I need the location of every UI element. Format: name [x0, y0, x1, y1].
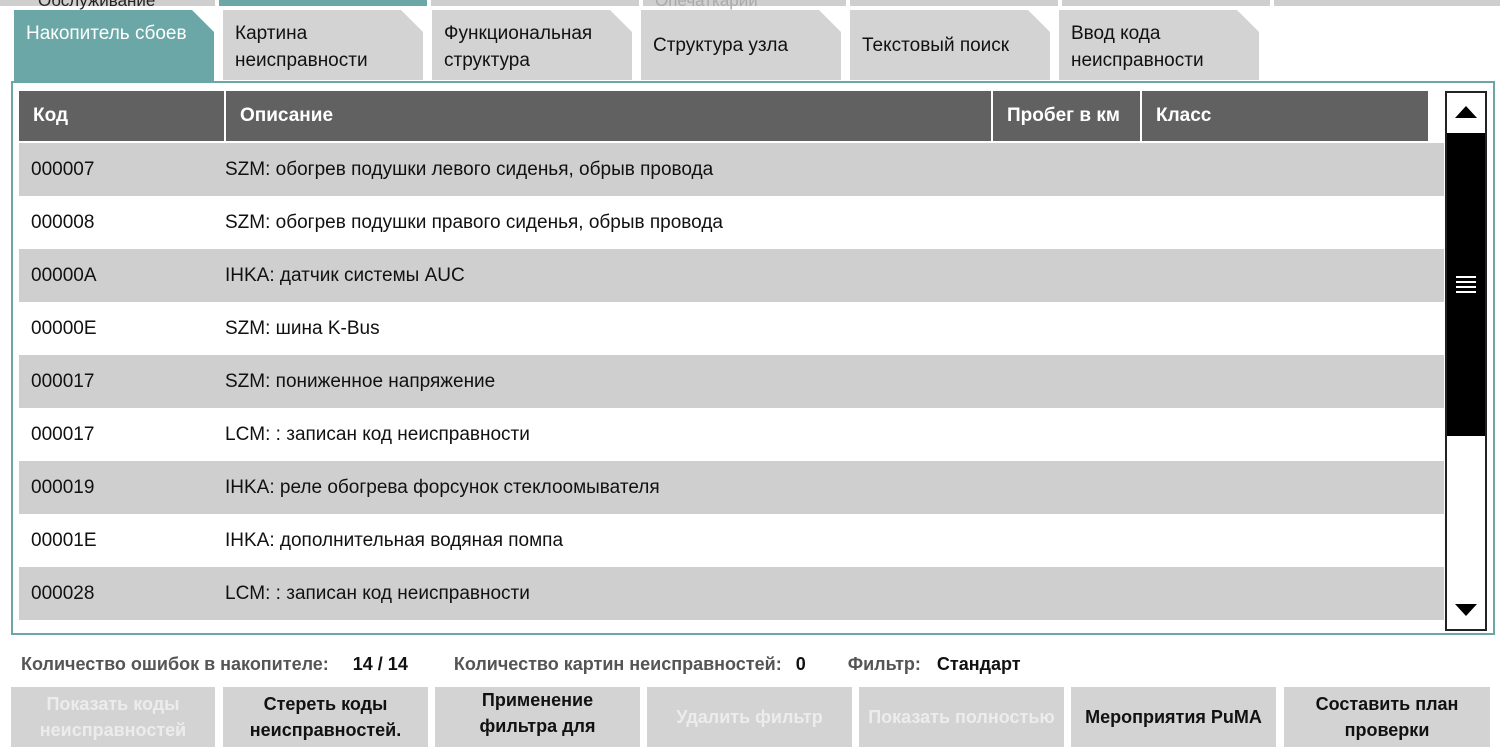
table-row[interactable]: 000007 SZM: обогрев подушки левого сидень… [19, 143, 1444, 196]
cell-code: 00000A [31, 264, 97, 286]
show-all-button[interactable]: Показать полностью [859, 687, 1064, 747]
tab-functional-structure[interactable]: Функциональная структура [432, 10, 632, 80]
cell-code: 000019 [31, 476, 95, 498]
scrollbar-thumb[interactable] [1447, 133, 1485, 436]
table-row[interactable]: 000019 IHKA: реле обогрева форсунок стекл… [19, 461, 1444, 514]
error-count-value: 14 / 14 [352, 653, 408, 674]
table-row[interactable]: 000008 SZM: обогрев подушки правого сиден… [19, 196, 1444, 249]
tab-label: Текстовый поиск [862, 34, 1010, 56]
column-header-description[interactable]: Описание [226, 91, 991, 141]
grip-lines-icon [1456, 273, 1476, 296]
column-header-class[interactable]: Класс [1142, 91, 1428, 141]
column-header-code[interactable]: Код [19, 91, 224, 141]
cell-code: 00000E [31, 317, 97, 339]
tab-label: Ввод кода неисправности [1071, 23, 1204, 71]
cell-code: 000007 [31, 158, 95, 180]
button-label: Применение фильтра для [479, 690, 596, 736]
table-row[interactable]: 00000E SZM: шина K-Bus [19, 302, 1444, 355]
tab-fault-picture[interactable]: Картина неисправности [223, 10, 423, 80]
scroll-down-button[interactable] [1447, 591, 1485, 629]
button-label: Составить план проверки [1315, 694, 1459, 740]
scroll-up-button[interactable] [1447, 93, 1485, 131]
table-row[interactable]: 00000A IHKA: датчик системы AUC [19, 249, 1444, 302]
table-row[interactable]: 000017 SZM: пониженное напряжение [19, 355, 1444, 408]
cell-description: SZM: шина K-Bus [225, 317, 380, 339]
cell-description: IHKA: дополнительная водяная помпа [225, 529, 564, 551]
table-header: Код Описание Пробег в км Класс [19, 91, 1438, 141]
cell-code: 000028 [31, 582, 95, 604]
apply-filter-button[interactable]: Применение фильтра для [435, 687, 640, 747]
vertical-scrollbar[interactable] [1445, 91, 1487, 631]
top-tab-5[interactable] [850, 0, 1058, 6]
cell-description: LCM: : записан код неисправности [225, 582, 530, 604]
column-header-mileage[interactable]: Пробег в км [993, 91, 1140, 141]
filter-value: Стандарт [936, 653, 1021, 674]
fault-memory-panel: Код Описание Пробег в км Класс 000007 SZM… [11, 81, 1495, 635]
cell-code: 000008 [31, 211, 95, 233]
table-body: 000007 SZM: обогрев подушки левого сидень… [19, 143, 1444, 620]
button-label: Удалить фильтр [676, 707, 823, 727]
error-count-label: Количество ошибок в накопителе: [21, 653, 329, 674]
fault-pictures-value: 0 [795, 653, 806, 674]
puma-measures-button[interactable]: Мероприятия PuMA [1071, 687, 1276, 747]
table-row[interactable]: 000028 LCM: : записан код неисправности [19, 567, 1444, 620]
button-label: Показать коды неисправностей [39, 694, 187, 740]
top-tab-6[interactable] [1062, 0, 1270, 6]
remove-filter-button[interactable]: Удалить фильтр [647, 687, 852, 747]
triangle-up-icon [1455, 106, 1477, 118]
create-test-plan-button[interactable]: Составить план проверки [1284, 687, 1490, 747]
tab-code-input[interactable]: Ввод кода неисправности [1059, 10, 1259, 80]
tab-label: Накопитель сбоев [26, 23, 187, 44]
button-label: Показать полностью [868, 707, 1055, 727]
table-row[interactable]: 000017 LCM: : записан код неисправности [19, 408, 1444, 461]
button-label: Мероприятия PuMA [1085, 707, 1262, 727]
top-tab-strip: Обслуживание Опечаткарий [0, 0, 1500, 10]
tab-label: Структура узла [653, 34, 789, 56]
cell-description: SZM: обогрев подушки левого сиденья, обр… [225, 158, 714, 180]
cell-code: 000017 [31, 423, 95, 445]
cell-code: 00001E [31, 529, 97, 551]
status-line: Количество ошибок в накопителе: 14 / 14 … [21, 652, 1021, 676]
top-tab-active[interactable] [219, 0, 427, 6]
cell-code: 000017 [31, 370, 95, 392]
tab-label: Картина неисправности [235, 23, 368, 71]
cell-description: SZM: пониженное напряжение [225, 370, 496, 392]
cell-description: LCM: : записан код неисправности [225, 423, 530, 445]
fault-pictures-label: Количество картин неисправностей: [453, 653, 782, 674]
tab-text-search[interactable]: Текстовый поиск [850, 10, 1050, 80]
clear-fault-codes-button[interactable]: Стереть коды неисправностей. [223, 687, 428, 747]
tab-fault-memory[interactable]: Накопитель сбоев [14, 10, 214, 82]
show-fault-codes-button[interactable]: Показать коды неисправностей [11, 687, 215, 747]
triangle-down-icon [1455, 604, 1477, 616]
tab-node-structure[interactable]: Структура узла [641, 10, 841, 80]
cell-description: SZM: обогрев подушки правого сиденья, об… [225, 211, 723, 233]
button-label: Стереть коды неисправностей. [249, 694, 402, 740]
cell-description: IHKA: датчик системы AUC [225, 264, 465, 286]
filter-label: Фильтр: [847, 653, 921, 674]
tab-label: Функциональная структура [444, 23, 593, 71]
top-tab-3[interactable] [431, 0, 639, 6]
table-row[interactable]: 00001E IHKA: дополнительная водяная помпа [19, 514, 1444, 567]
top-tab-7[interactable] [1274, 0, 1500, 6]
top-tab-4-label: Опечаткарий [655, 0, 758, 10]
cell-description: IHKA: реле обогрева форсунок стеклоомыва… [225, 476, 660, 498]
top-tab-service-label: Обслуживание [38, 0, 156, 10]
